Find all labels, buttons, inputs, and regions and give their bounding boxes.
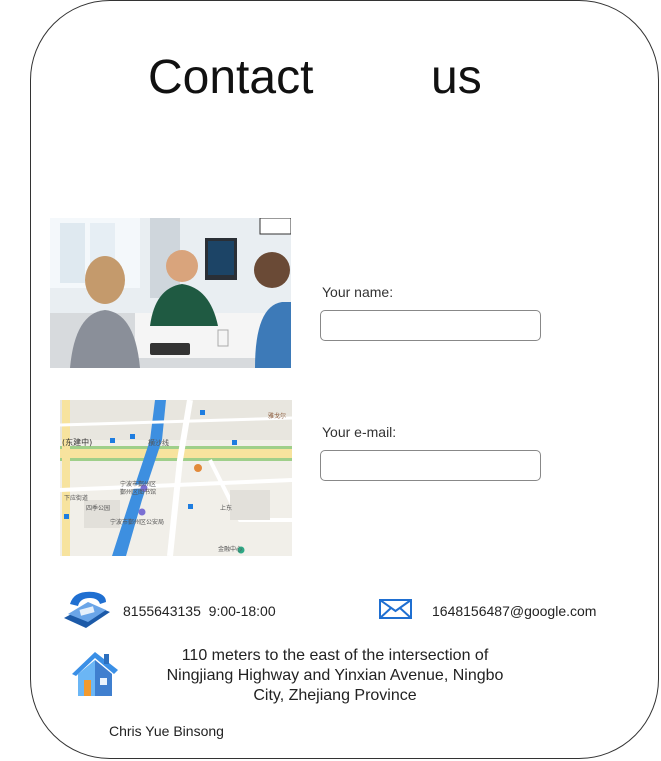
map-label: 宁波市鄞州区公安局	[110, 518, 164, 526]
map-label: 雅戈尔	[268, 412, 286, 420]
map-label: 下应街道	[64, 494, 88, 502]
map-label: (东建中)	[62, 437, 92, 447]
page-title-us: us	[431, 51, 482, 104]
email-input[interactable]	[320, 450, 541, 481]
business-hours: 9:00-18:00	[208, 603, 276, 619]
house-icon	[70, 650, 120, 698]
envelope-icon	[379, 599, 412, 619]
telephone-icon	[60, 588, 112, 628]
author-name: Chris Yue Binsong	[109, 723, 224, 739]
map-label: 横沙线	[148, 438, 169, 447]
office-meeting-photo	[50, 218, 291, 368]
page-title-contact: Contact	[148, 51, 314, 104]
phone-number: 8155643135	[123, 603, 201, 619]
location-map: (东建中) 横沙线 宁波市鄞州区 鄞州区图书馆 宁波市鄞州区公安局 四季公园 下…	[60, 400, 292, 556]
map-label: 鄞州区图书馆	[120, 488, 156, 496]
map-label: 宁波市鄞州区	[120, 480, 156, 488]
address-text: 110 meters to the east of the intersecti…	[166, 647, 504, 704]
map-label: 上东	[220, 504, 232, 512]
email-address: 1648156487@google.com	[432, 603, 597, 619]
email-label: Your e-mail:	[322, 424, 397, 440]
name-input[interactable]	[320, 310, 541, 341]
map-label: 金融中心	[218, 545, 242, 553]
phone-info: 8155643135 9:00-18:00	[123, 603, 276, 619]
map-label: 四季公园	[86, 504, 110, 512]
name-label: Your name:	[322, 284, 394, 300]
